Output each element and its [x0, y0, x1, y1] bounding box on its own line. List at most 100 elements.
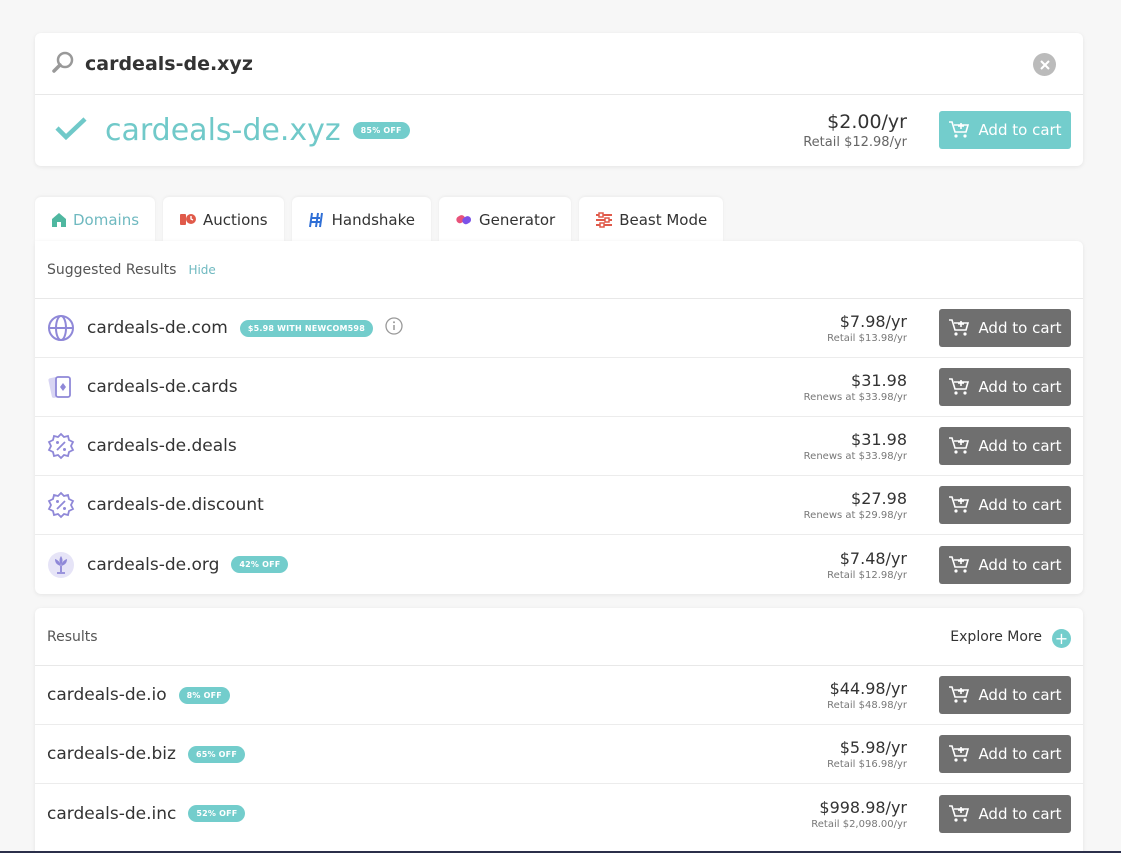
- result-row-io: cardeals-de.io 8% OFF $44.98/yr Retail $…: [35, 666, 1083, 725]
- price-block: $7.48/yr Retail $12.98/yr: [827, 549, 907, 581]
- price-block: $998.98/yr Retail $2,098.00/yr: [811, 798, 907, 830]
- promo-badge: $5.98 WITH NEWCOM598: [239, 319, 373, 337]
- category-tabs: Domains Auctions Handshake Generator Bea…: [35, 197, 724, 243]
- hero-add-to-cart-button[interactable]: Add to cart: [939, 111, 1071, 149]
- result-row-inc: cardeals-de.inc 52% OFF $998.98/yr Retai…: [35, 784, 1083, 843]
- domain-name[interactable]: cardeals-de.org: [87, 555, 219, 575]
- tab-auctions-label: Auctions: [203, 211, 268, 229]
- suggested-row-com: cardeals-de.com $5.98 WITH NEWCOM598 $7.…: [35, 299, 1083, 358]
- discount-icon: [47, 491, 75, 519]
- add-to-cart-button[interactable]: Add to cart: [939, 486, 1071, 524]
- search-row: [35, 33, 1083, 95]
- renewal-price: Renews at $29.98/yr: [803, 510, 907, 521]
- hero-result: cardeals-de.xyz 85% OFF $2.00/yr Retail …: [35, 95, 1083, 165]
- domain-name[interactable]: cardeals-de.biz: [47, 744, 176, 764]
- explore-more-button[interactable]: Explore More +: [950, 626, 1071, 648]
- globe-icon: [47, 314, 75, 342]
- domain-name[interactable]: cardeals-de.com: [87, 318, 228, 338]
- hero-add-to-cart-label: Add to cart: [978, 121, 1062, 139]
- suggested-row-discount: cardeals-de.discount $27.98 Renews at $2…: [35, 476, 1083, 535]
- explore-more-label: Explore More: [950, 628, 1042, 645]
- tab-domains[interactable]: Domains: [35, 197, 156, 243]
- renewal-price: Renews at $33.98/yr: [803, 392, 907, 403]
- result-row-biz: cardeals-de.biz 65% OFF $5.98/yr Retail …: [35, 725, 1083, 784]
- retail-price: Retail $16.98/yr: [827, 759, 907, 770]
- cart-icon: [949, 745, 970, 762]
- cart-icon: [949, 121, 970, 138]
- domain-name[interactable]: cardeals-de.discount: [87, 495, 264, 515]
- generator-icon: [456, 215, 472, 225]
- discount-badge: 8% OFF: [178, 686, 230, 704]
- domain-name[interactable]: cardeals-de.cards: [87, 377, 238, 397]
- hide-suggested-link[interactable]: Hide: [188, 263, 215, 277]
- price-block: $44.98/yr Retail $48.98/yr: [827, 679, 907, 711]
- cart-icon: [949, 804, 970, 822]
- suggested-row-cards: cardeals-de.cards $31.98 Renews at $33.9…: [35, 358, 1083, 417]
- hero-retail: Retail $12.98/yr: [803, 134, 907, 150]
- clear-search-button[interactable]: [1033, 53, 1056, 76]
- price: $44.98/yr: [829, 679, 907, 698]
- tab-generator-label: Generator: [479, 211, 556, 229]
- domain-name[interactable]: cardeals-de.deals: [87, 436, 237, 456]
- handshake-icon: [308, 212, 323, 228]
- search-icon: [51, 50, 75, 78]
- suggested-title: Suggested Results: [47, 261, 177, 278]
- tab-generator[interactable]: Generator: [439, 197, 572, 243]
- suggested-row-org: cardeals-de.org 42% OFF $7.48/yr Retail …: [35, 535, 1083, 594]
- add-to-cart-label: Add to cart: [978, 686, 1062, 704]
- info-icon[interactable]: [385, 317, 403, 339]
- org-icon: [47, 551, 75, 579]
- add-to-cart-label: Add to cart: [978, 555, 1062, 574]
- results-card: Results Explore More + cardeals-de.io 8%…: [35, 608, 1083, 853]
- add-to-cart-label: Add to cart: [978, 745, 1062, 763]
- price: $27.98: [851, 489, 907, 508]
- home-icon: [52, 213, 66, 227]
- tab-auctions[interactable]: Auctions: [163, 197, 284, 243]
- cart-icon: [949, 378, 970, 395]
- add-to-cart-button[interactable]: Add to cart: [939, 735, 1071, 773]
- add-to-cart-button[interactable]: Add to cart: [939, 427, 1071, 465]
- price-block: $31.98 Renews at $33.98/yr: [804, 371, 907, 403]
- tab-handshake[interactable]: Handshake: [291, 197, 432, 243]
- price-block: $31.98 Renews at $33.98/yr: [804, 430, 907, 462]
- cart-icon: [949, 555, 970, 573]
- tab-domains-label: Domains: [73, 211, 140, 229]
- price: $7.48/yr: [839, 548, 907, 568]
- auction-clock-icon: [180, 214, 197, 225]
- add-to-cart-button[interactable]: Add to cart: [939, 676, 1071, 714]
- results-title: Results: [47, 628, 98, 645]
- add-to-cart-button[interactable]: Add to cart: [939, 794, 1071, 833]
- discount-badge: 52% OFF: [188, 805, 246, 822]
- tab-beast-mode[interactable]: Beast Mode: [579, 197, 724, 243]
- search-card: cardeals-de.xyz 85% OFF $2.00/yr Retail …: [35, 33, 1083, 166]
- price: $31.98: [851, 371, 907, 390]
- price: $998.98/yr: [819, 797, 907, 817]
- suggested-results-card: Suggested Results Hide cardeals-de.com $…: [35, 241, 1083, 594]
- tab-handshake-label: Handshake: [331, 211, 416, 229]
- search-input[interactable]: [85, 52, 985, 75]
- checkmark-icon: [55, 116, 87, 144]
- price: $5.98/yr: [839, 738, 907, 757]
- tab-beast-mode-label: Beast Mode: [619, 211, 708, 229]
- hero-price: $2.00/yr: [827, 110, 907, 133]
- add-to-cart-button[interactable]: Add to cart: [939, 545, 1071, 584]
- add-to-cart-button[interactable]: Add to cart: [939, 368, 1071, 406]
- price-block: $5.98/yr Retail $16.98/yr: [827, 738, 907, 770]
- close-icon: [1039, 59, 1050, 70]
- hero-price-block: $2.00/yr Retail $12.98/yr: [803, 111, 907, 150]
- add-to-cart-button[interactable]: Add to cart: [939, 309, 1071, 347]
- price-block: $27.98 Renews at $29.98/yr: [804, 489, 907, 521]
- cart-icon: [949, 437, 970, 454]
- retail-price: Retail $2,098.00/yr: [811, 818, 907, 830]
- add-to-cart-label: Add to cart: [978, 804, 1062, 823]
- cart-icon: [949, 496, 970, 513]
- domain-name[interactable]: cardeals-de.inc: [47, 804, 176, 824]
- suggested-header: Suggested Results Hide: [35, 241, 1083, 299]
- hero-domain-name: cardeals-de.xyz: [105, 112, 341, 148]
- domain-name[interactable]: cardeals-de.io: [47, 685, 167, 705]
- add-to-cart-label: Add to cart: [978, 378, 1062, 396]
- suggested-row-deals: cardeals-de.deals $31.98 Renews at $33.9…: [35, 417, 1083, 476]
- retail-price: Retail $12.98/yr: [827, 569, 907, 581]
- plus-icon: +: [1052, 628, 1071, 648]
- renewal-price: Renews at $33.98/yr: [803, 451, 907, 462]
